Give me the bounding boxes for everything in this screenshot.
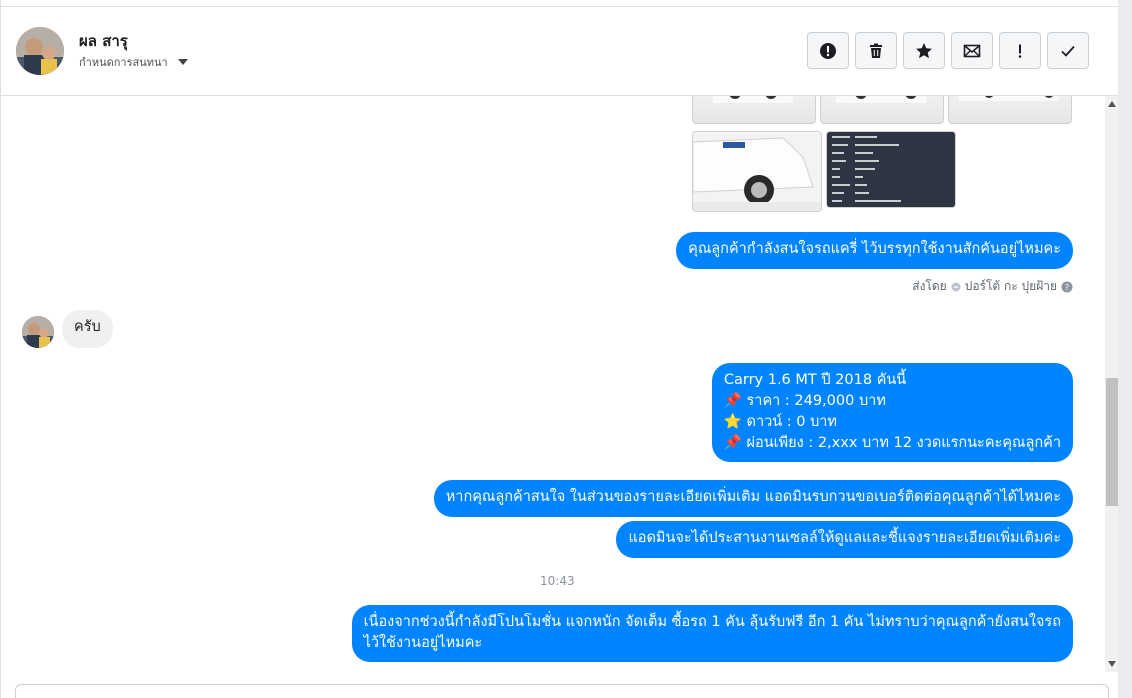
scroll-up-arrow-icon[interactable] (1108, 101, 1116, 107)
window-edge (1118, 0, 1132, 698)
page-icon (951, 282, 961, 291)
car-photo[interactable] (692, 131, 822, 212)
scrollbar-thumb[interactable] (1106, 378, 1118, 506)
contact-name: ผล สารุ (79, 32, 128, 50)
message-text: เนื่องจากช่วงนี้กำลังมีโปนโมชั่น แจกหนัก… (363, 614, 1061, 630)
svg-text:?: ? (1065, 283, 1069, 292)
envelope-icon (963, 44, 981, 57)
message-composer[interactable] (15, 684, 1109, 698)
incoming-message[interactable]: ครับ (62, 310, 113, 348)
follow-up-button[interactable] (999, 32, 1041, 69)
message-text: ไว้ใช้งานอยู่ไหมคะ (363, 635, 483, 651)
offer-line: Carry 1.6 MT ปี 2018 คันนี้ (723, 372, 907, 388)
delete-button[interactable] (855, 32, 897, 69)
star-icon (916, 42, 932, 58)
scroll-down-arrow-icon[interactable] (1108, 661, 1116, 667)
report-button[interactable] (807, 32, 849, 69)
car-photo[interactable] (948, 96, 1072, 124)
inbox-conversation-panel: ผล สารุ กำหนดการสนทนา คุณลูกค้ากำลังสนใจ… (0, 0, 1119, 698)
help-icon[interactable]: ? (1061, 281, 1073, 293)
outgoing-message[interactable]: เนื่องจากช่วงนี้กำลังมีโปนโมชั่น แจกหนัก… (351, 605, 1073, 662)
contact-avatar-small (22, 316, 54, 348)
offer-line: 📌 ราคา : 249,000 บาท (723, 393, 886, 409)
sent-by-info: ส่งโดย ปอร์โต้ กะ ปุยฝ้าย ? (912, 277, 1073, 296)
offer-line: 📌 ผ่อนเพียง : 2,xxx บาท 12 งวดแรกนะคะคุณ… (723, 435, 1061, 451)
sender-name[interactable]: ปอร์โต้ กะ ปุยฝ้าย (965, 277, 1057, 296)
car-photo[interactable] (820, 96, 944, 124)
message-timestamp: 10:43 (540, 574, 575, 588)
message-thread[interactable]: คุณลูกค้ากำลังสนใจรถแครี่ ไว้บรรทุกใช้งา… (1, 96, 1105, 684)
outgoing-message[interactable]: คุณลูกค้ากำลังสนใจรถแครี่ ไว้บรรทุกใช้งา… (676, 232, 1073, 269)
done-button[interactable] (1047, 32, 1089, 69)
star-button[interactable] (903, 32, 945, 69)
message-text: แอดมินจะได้ประสานงานเซลล์ให้ดูแลและชี้แจ… (628, 530, 1061, 546)
contact-avatar[interactable] (16, 27, 64, 75)
mark-unread-button[interactable] (951, 32, 993, 69)
assign-label: กำหนดการสนทนา (79, 56, 168, 69)
thread-scrollbar[interactable] (1105, 96, 1119, 672)
outgoing-message[interactable]: Carry 1.6 MT ปี 2018 คันนี้ 📌 ราคา : 249… (711, 363, 1073, 462)
car-photo[interactable] (692, 96, 816, 124)
offer-line: ⭐ ดาวน์ : 0 บาท (723, 414, 837, 430)
exclamation-icon (1018, 44, 1022, 58)
exclamation-circle-icon (820, 42, 836, 59)
conversation-header: ผล สารุ กำหนดการสนทนา (1, 7, 1119, 96)
caret-down-icon (177, 59, 188, 65)
message-text: ครับ (74, 319, 101, 335)
trash-icon (870, 43, 882, 58)
car-spec-image[interactable] (826, 131, 956, 208)
message-text: หากคุณลูกค้าสนใจ ในส่วนของรายละเอียดเพิ่… (445, 489, 1061, 505)
outgoing-message[interactable]: หากคุณลูกค้าสนใจ ในส่วนของรายละเอียดเพิ่… (433, 480, 1073, 517)
conversation-toolbar (807, 32, 1089, 69)
message-text: คุณลูกค้ากำลังสนใจรถแครี่ ไว้บรรทุกใช้งา… (688, 241, 1061, 257)
sent-by-label: ส่งโดย (912, 279, 947, 293)
assign-conversation-dropdown[interactable]: กำหนดการสนทนา (79, 53, 188, 71)
checkmark-icon (1061, 45, 1075, 57)
outgoing-message[interactable]: แอดมินจะได้ประสานงานเซลล์ให้ดูแลและชี้แจ… (616, 521, 1073, 558)
